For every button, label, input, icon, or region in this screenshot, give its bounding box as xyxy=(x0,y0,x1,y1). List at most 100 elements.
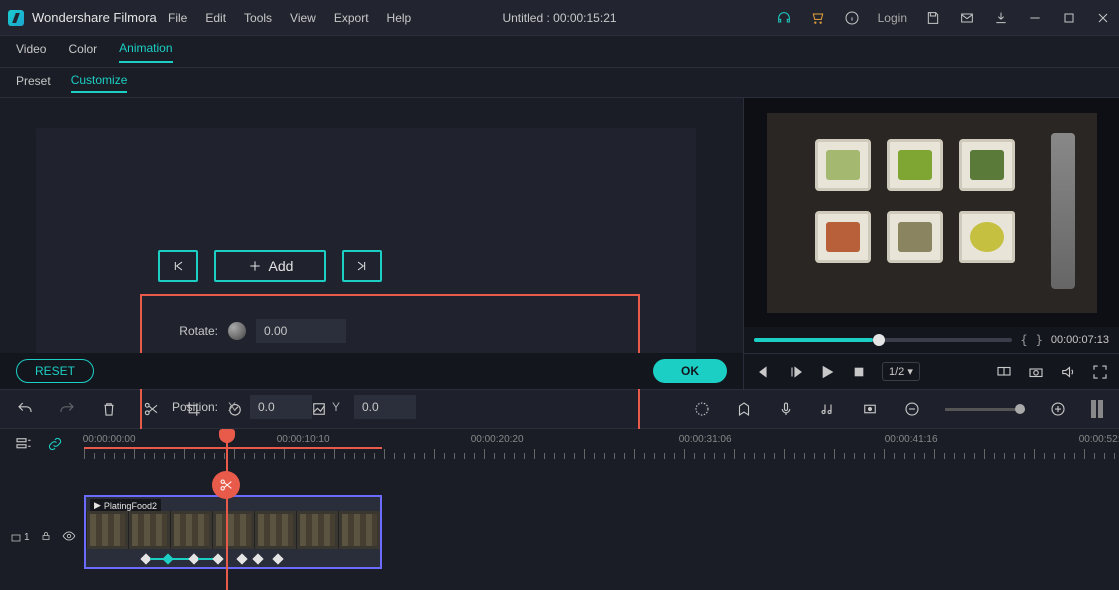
save-icon[interactable] xyxy=(925,10,941,26)
marker-icon[interactable] xyxy=(735,400,753,418)
zoom-slider[interactable] xyxy=(945,408,1025,411)
properties-panel: Add Rotate: Scale: % Position: X Y xyxy=(0,98,743,389)
zoom-in-icon[interactable] xyxy=(1049,400,1067,418)
keyframe-marker[interactable] xyxy=(236,553,247,564)
mail-icon[interactable] xyxy=(959,10,975,26)
ok-button[interactable]: OK xyxy=(653,359,727,383)
login-button[interactable]: Login xyxy=(878,11,907,25)
x-label: X xyxy=(228,400,240,414)
subtab-customize[interactable]: Customize xyxy=(71,73,128,93)
play-button[interactable] xyxy=(818,363,836,381)
track-visibility-icon[interactable] xyxy=(62,529,76,546)
download-icon[interactable] xyxy=(993,10,1009,26)
titlebar-right: Login xyxy=(776,10,1111,26)
voiceover-icon[interactable] xyxy=(777,400,795,418)
fullscreen-icon[interactable] xyxy=(1091,363,1109,381)
preview-controls: 1/2 ▾ xyxy=(744,353,1119,389)
snapshot-icon[interactable] xyxy=(1027,363,1045,381)
rotate-label: Rotate: xyxy=(162,324,218,338)
next-keyframe-button[interactable] xyxy=(342,250,382,282)
keyframe-marker[interactable] xyxy=(272,553,283,564)
audio-mixer-icon[interactable] xyxy=(819,400,837,418)
ruler-t0: 00:00:00:00 xyxy=(83,434,136,445)
prev-keyframe-button[interactable] xyxy=(158,250,198,282)
clip-range-indicator xyxy=(84,447,382,449)
menubar: File Edit Tools View Export Help xyxy=(168,11,411,25)
logo-icon xyxy=(8,10,24,26)
menu-edit[interactable]: Edit xyxy=(205,11,226,25)
delete-icon[interactable] xyxy=(100,400,118,418)
link-icon[interactable] xyxy=(46,435,64,453)
ruler-t5: 00:00:52:02 xyxy=(1079,434,1119,445)
playback-rate-value: 1/2 xyxy=(889,366,904,378)
panel-tabs: Video Color Animation xyxy=(0,36,1119,68)
display-mode-icon[interactable] xyxy=(995,363,1013,381)
playhead[interactable] xyxy=(226,429,228,590)
position-y-input[interactable] xyxy=(354,395,416,419)
cart-icon[interactable] xyxy=(810,10,826,26)
step-back-button[interactable] xyxy=(754,363,772,381)
undo-icon[interactable] xyxy=(16,400,34,418)
keyframe-nav-row: Add xyxy=(158,250,382,282)
keyframe-marker[interactable] xyxy=(212,553,223,564)
render-icon[interactable] xyxy=(693,400,711,418)
stop-button[interactable] xyxy=(850,363,868,381)
seek-slider[interactable] xyxy=(754,338,1012,342)
mark-out-icon[interactable]: } xyxy=(1036,333,1043,347)
timeline-ruler[interactable]: 00:00:00:00 00:00:10:10 00:00:20:20 00:0… xyxy=(84,429,1119,459)
menu-file[interactable]: File xyxy=(168,11,187,25)
preview-canvas[interactable] xyxy=(744,98,1119,327)
minimize-icon[interactable] xyxy=(1027,10,1043,26)
position-label: Position: xyxy=(162,400,218,414)
track-video-icon[interactable]: 1 xyxy=(10,532,30,544)
keyframe-lane xyxy=(86,553,380,563)
subtab-preset[interactable]: Preset xyxy=(16,74,51,92)
add-label: Add xyxy=(269,258,294,274)
tab-animation[interactable]: Animation xyxy=(119,41,172,63)
add-keyframe-button[interactable]: Add xyxy=(214,250,326,282)
playback-rate-select[interactable]: 1/2 ▾ xyxy=(882,362,920,381)
redo-icon[interactable] xyxy=(58,400,76,418)
ruler-t1: 00:00:10:10 xyxy=(277,434,330,445)
rotate-dial[interactable] xyxy=(228,322,246,340)
zoom-out-icon[interactable] xyxy=(903,400,921,418)
preview-timecode: 00:00:07:13 xyxy=(1051,334,1109,346)
track-controls: 1 xyxy=(10,529,76,546)
menu-view[interactable]: View xyxy=(290,11,316,25)
preview-seekbar: { } 00:00:07:13 xyxy=(744,327,1119,353)
play-pause-button[interactable] xyxy=(786,363,804,381)
split-badge-icon[interactable] xyxy=(212,471,240,499)
reset-button[interactable]: RESET xyxy=(16,359,94,383)
rotate-input[interactable] xyxy=(256,319,346,343)
timeline-clip[interactable]: ▶ PlatingFood2 xyxy=(84,495,382,569)
main-area: Add Rotate: Scale: % Position: X Y xyxy=(0,98,1119,389)
ruler-t2: 00:00:20:20 xyxy=(471,434,524,445)
menu-help[interactable]: Help xyxy=(387,11,412,25)
titlebar: Wondershare Filmora File Edit Tools View… xyxy=(0,0,1119,36)
track-manager-icon[interactable] xyxy=(14,435,32,453)
panel-footer: RESET OK xyxy=(0,353,743,389)
track-lock-icon[interactable] xyxy=(40,530,52,545)
rotate-row: Rotate: xyxy=(162,312,618,350)
headset-icon[interactable] xyxy=(776,10,792,26)
preview-panel: { } 00:00:07:13 1/2 ▾ xyxy=(743,98,1119,389)
timeline: 1 00:00:00:00 00:00:10:10 00:00:20:20 00… xyxy=(0,429,1119,590)
app-name: Wondershare Filmora xyxy=(32,10,157,25)
position-row: Position: X Y xyxy=(162,388,618,426)
ruler-t3: 00:00:31:06 xyxy=(679,434,732,445)
zoom-fit-icon[interactable] xyxy=(1091,400,1103,418)
info-icon[interactable] xyxy=(844,10,860,26)
volume-icon[interactable] xyxy=(1059,363,1077,381)
menu-export[interactable]: Export xyxy=(334,11,369,25)
keyframe-toggle-icon[interactable] xyxy=(861,400,879,418)
close-icon[interactable] xyxy=(1095,10,1111,26)
menu-tools[interactable]: Tools xyxy=(244,11,272,25)
maximize-icon[interactable] xyxy=(1061,10,1077,26)
keyframe-marker[interactable] xyxy=(252,553,263,564)
mark-in-icon[interactable]: { xyxy=(1020,333,1027,347)
tab-video[interactable]: Video xyxy=(16,42,46,62)
position-x-input[interactable] xyxy=(250,395,312,419)
preview-image xyxy=(767,113,1097,313)
tab-color[interactable]: Color xyxy=(68,42,97,62)
clip-thumbnails xyxy=(86,511,380,549)
